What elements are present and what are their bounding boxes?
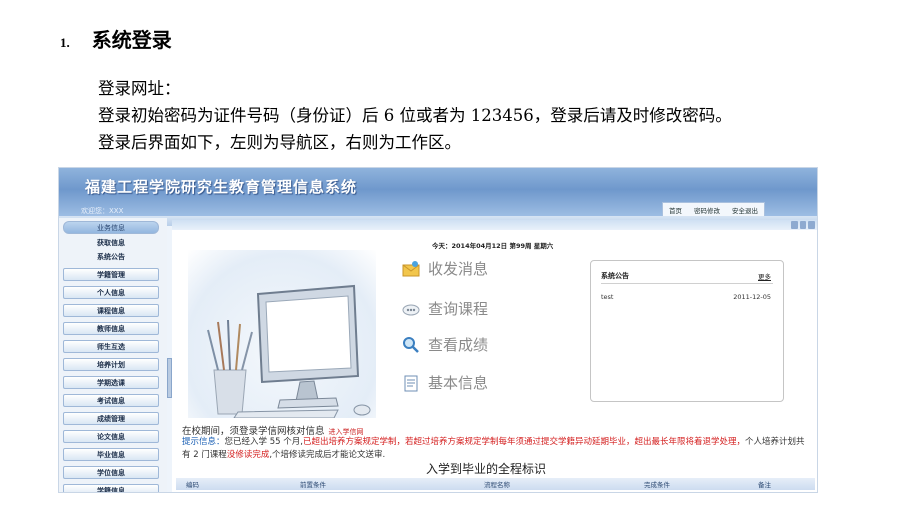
- nav-item-announcement[interactable]: 系统公告: [63, 251, 159, 264]
- nav-item-get-info[interactable]: 获取信息: [63, 237, 159, 250]
- section-title: 系统登录: [91, 28, 172, 52]
- top-links: 首页 密码修改 安全退出: [662, 202, 765, 217]
- col-completion: 完成条件: [644, 481, 670, 489]
- nav-item-course[interactable]: 课程信息: [63, 304, 159, 317]
- hint-part4: 没修读完成: [226, 450, 270, 460]
- document-icon: [404, 375, 418, 391]
- section-number: 1.: [60, 35, 70, 50]
- login-url-line: 登录网址：: [98, 79, 181, 98]
- hint-part2: 已超出培养方案规定学制，若超过培养方案规定学制每年须通过提交学籍异动延期毕业，超…: [302, 437, 745, 447]
- menu-basic-info[interactable]: 基本信息: [402, 372, 488, 393]
- menu-basic-info-label: 基本信息: [428, 374, 489, 392]
- logout-link[interactable]: 安全退出: [732, 205, 758, 215]
- nav-item-exam[interactable]: 考试信息: [63, 394, 159, 407]
- hint-part1: 您已经入学 55 个月,: [224, 437, 303, 447]
- envelope-icon: [402, 260, 420, 276]
- announcement-row-date: 2011-12-05: [733, 293, 771, 301]
- nav-header[interactable]: 业务信息: [63, 221, 159, 234]
- col-precondition: 前置条件: [300, 481, 326, 489]
- nav-item-grades[interactable]: 成绩管理: [63, 412, 159, 425]
- system-screenshot: 福建工程学院研究生教育管理信息系统 欢迎您：XXX 首页 密码修改 安全退出 业…: [58, 167, 818, 493]
- pencil-cup-icon: [207, 319, 253, 415]
- col-remarks: 备注: [758, 481, 771, 489]
- system-title: 福建工程学院研究生教育管理信息系统: [85, 178, 358, 196]
- change-password-link[interactable]: 密码修改: [694, 205, 720, 215]
- menu-query-course-label: 查询课程: [428, 300, 489, 318]
- nav-item-graduation[interactable]: 毕业信息: [63, 448, 159, 461]
- announcement-more-link[interactable]: 更多: [758, 271, 771, 281]
- menu-view-grades-label: 查看成绩: [428, 336, 489, 354]
- layout-line: 登录后界面如下，左则为导航区，右则为工作区。: [98, 133, 461, 152]
- nav-item-thesis[interactable]: 论文信息: [63, 430, 159, 443]
- password-line: 登录初始密码为证件号码（身份证）后 6 位或者为 123456，登录后请及时修改…: [98, 106, 732, 125]
- banner: 福建工程学院研究生教育管理信息系统 欢迎您：XXX 首页 密码修改 安全退出: [59, 168, 817, 217]
- announcement-row[interactable]: test 2011-12-05: [601, 293, 771, 301]
- search-course-icon: [402, 304, 420, 315]
- welcome-text: 欢迎您：XXX: [81, 207, 124, 215]
- menu-view-grades[interactable]: 查看成绩: [402, 334, 488, 355]
- menu-messages[interactable]: 收发消息: [402, 258, 488, 279]
- process-table-header: 编码 前置条件 流程名称 完成条件 备注: [176, 478, 815, 490]
- magnifier-icon: [403, 336, 419, 353]
- section-heading: 1. 系统登录: [60, 24, 172, 53]
- nav-item-status[interactable]: 学籍管理: [63, 268, 159, 281]
- work-strip: [172, 220, 817, 230]
- nav-item-degree[interactable]: 学位信息: [63, 466, 159, 479]
- nav-item-personal[interactable]: 个人信息: [63, 286, 159, 299]
- nav-item-plan[interactable]: 培养计划: [63, 358, 159, 371]
- nav-item-course-select[interactable]: 学期选课: [63, 376, 159, 389]
- divider: [601, 283, 773, 284]
- date-text: 今天：2014年04月12日 第99周 星期六: [432, 242, 554, 250]
- hint-part5: ,个培修读完成后才能论文送审.: [269, 450, 386, 460]
- nav-item-teacher[interactable]: 教师信息: [63, 322, 159, 335]
- computer-illustration: [188, 250, 376, 419]
- menu-messages-label: 收发消息: [428, 260, 489, 278]
- hint-message: 提示信息：您已经入学 55 个月,已超出培养方案规定学制，若超过培养方案规定学制…: [182, 436, 808, 462]
- menu-query-course[interactable]: 查询课程: [402, 298, 488, 319]
- hint-label: 提示信息：: [182, 437, 225, 447]
- keyboard-icon: [233, 409, 339, 419]
- window-controls[interactable]: [791, 221, 816, 229]
- nav-item-records[interactable]: 学籍信息: [63, 484, 159, 492]
- process-title: 入学到毕业的全程标识: [426, 462, 547, 476]
- col-code: 编码: [186, 481, 199, 489]
- announcement-panel: 系统公告 更多 test 2011-12-05: [590, 260, 784, 402]
- announcement-title: 系统公告: [601, 272, 629, 280]
- monitor-icon: [256, 284, 360, 409]
- nav-item-mutual-select[interactable]: 师生互选: [63, 340, 159, 353]
- work-area: 今天：2014年04月12日 第99周 星期六 收发消息 查询课程 查看成绩 基…: [172, 220, 817, 492]
- mouse-icon: [353, 404, 371, 416]
- col-process-name: 流程名称: [484, 481, 510, 489]
- home-link[interactable]: 首页: [669, 205, 682, 215]
- chsi-message: 在校期间，须登录学信网核对信息 进入学信网: [182, 423, 364, 437]
- sidebar: 业务信息 获取信息 系统公告 学籍管理 个人信息 课程信息 教师信息 师生互选 …: [59, 218, 167, 492]
- chsi-link[interactable]: 进入学信网: [329, 428, 364, 436]
- announcement-row-title: test: [601, 293, 614, 301]
